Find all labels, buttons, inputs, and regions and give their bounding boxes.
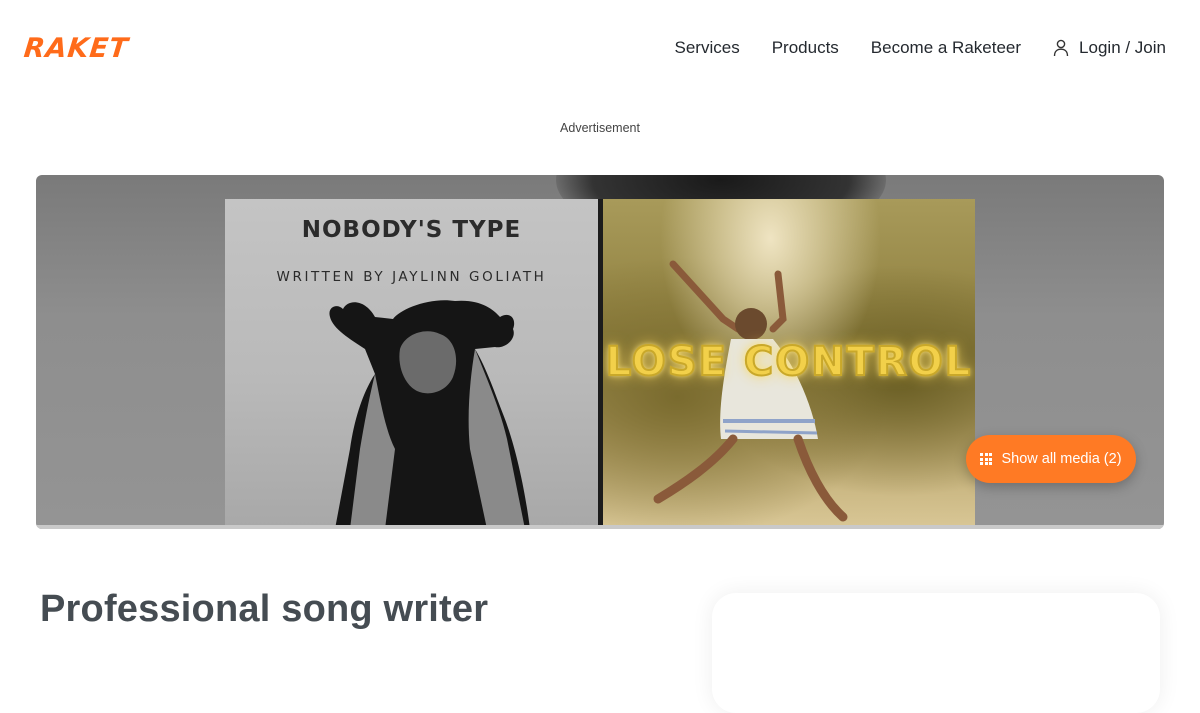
cover-image-lose-control[interactable]: LOSE CONTROL <box>603 199 975 529</box>
cover-title: LOSE CONTROL <box>605 338 973 386</box>
nav-products-link[interactable]: Products <box>772 38 839 58</box>
site-header: RAKET Services Products Become a Raketee… <box>0 0 1200 98</box>
user-icon <box>1053 39 1069 57</box>
nav-services-link[interactable]: Services <box>675 38 740 58</box>
show-all-media-label: Show all media (2) <box>1001 451 1122 467</box>
advertisement-label: Advertisement <box>560 121 640 135</box>
grid-icon <box>980 453 993 465</box>
login-join-button[interactable]: Login / Join <box>1053 38 1166 58</box>
side-card <box>712 593 1160 713</box>
page-title: Professional song writer <box>40 588 489 630</box>
main-nav: Services Products Become a Raketeer Logi… <box>675 38 1166 58</box>
cover-image-nobodys-type[interactable]: NOBODY'S TYPE WRITTEN BY JAYLINN GOLIATH <box>225 199 598 529</box>
nav-become-raketeer-link[interactable]: Become a Raketeer <box>871 38 1021 58</box>
login-join-label: Login / Join <box>1079 38 1166 57</box>
show-all-media-button[interactable]: Show all media (2) <box>966 435 1136 483</box>
woman-silhouette-illustration <box>329 300 530 529</box>
raket-logo[interactable]: RAKET <box>22 33 130 64</box>
gallery-bottom-edge <box>36 525 1164 529</box>
